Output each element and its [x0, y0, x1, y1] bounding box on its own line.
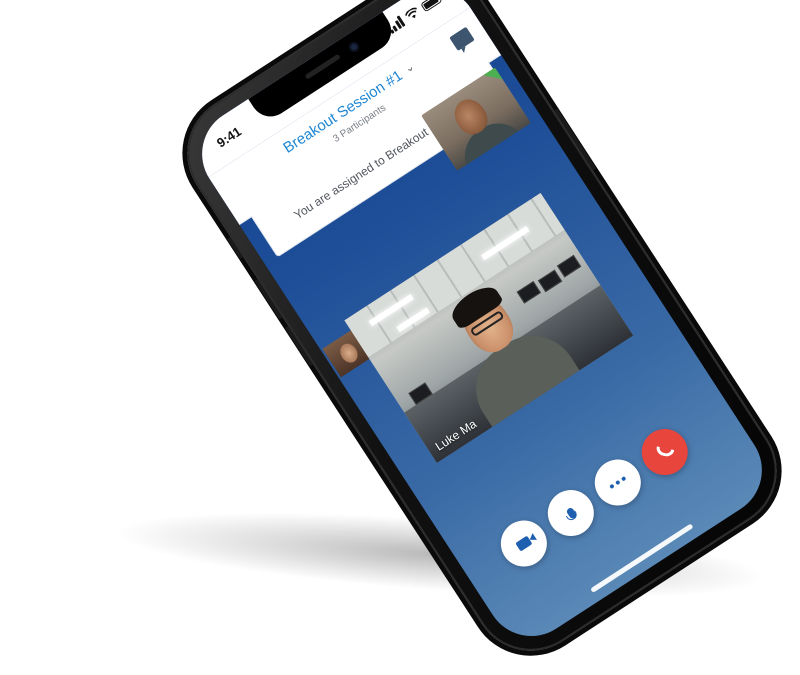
front-camera [347, 40, 361, 54]
microphone-icon [564, 506, 577, 520]
microphone-toggle-button[interactable] [539, 481, 603, 545]
camera-toggle-button[interactable] [492, 511, 556, 576]
thumbnail-face [336, 340, 362, 366]
mute-switch [227, 236, 244, 260]
status-time: 9:41 [213, 123, 244, 151]
more-options-button[interactable] [585, 450, 650, 515]
scene: 9:41 Breakout Session #1⌄ 3 Participants… [0, 0, 800, 673]
speaker-grille [304, 53, 341, 80]
hang-up-button[interactable] [632, 420, 697, 484]
chevron-down-icon: ⌄ [402, 60, 417, 76]
hang-up-icon [655, 446, 675, 458]
office-monitor [556, 254, 582, 278]
status-icons [385, 0, 443, 35]
camera-icon [515, 535, 533, 552]
office-monitor [516, 280, 542, 304]
more-icon [609, 475, 627, 490]
office-monitor [537, 269, 563, 293]
wifi-icon [405, 7, 417, 19]
battery-icon [420, 0, 443, 13]
